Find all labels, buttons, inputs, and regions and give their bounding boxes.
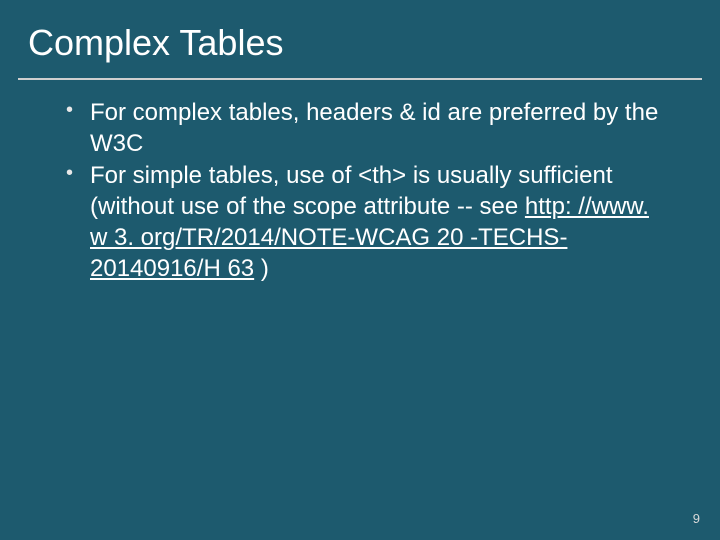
content-area: For complex tables, headers & id are pre… [0, 80, 720, 284]
bullet-text: For complex tables, headers & id are pre… [90, 99, 658, 157]
bullet-item: For complex tables, headers & id are pre… [60, 98, 660, 159]
page-number: 9 [693, 511, 700, 526]
slide-title: Complex Tables [0, 0, 720, 70]
bullet-item: For simple tables, use of <th> is usuall… [60, 161, 660, 284]
bullet-list: For complex tables, headers & id are pre… [60, 98, 660, 284]
slide: Complex Tables For complex tables, heade… [0, 0, 720, 540]
bullet-text-post: ) [254, 255, 269, 282]
